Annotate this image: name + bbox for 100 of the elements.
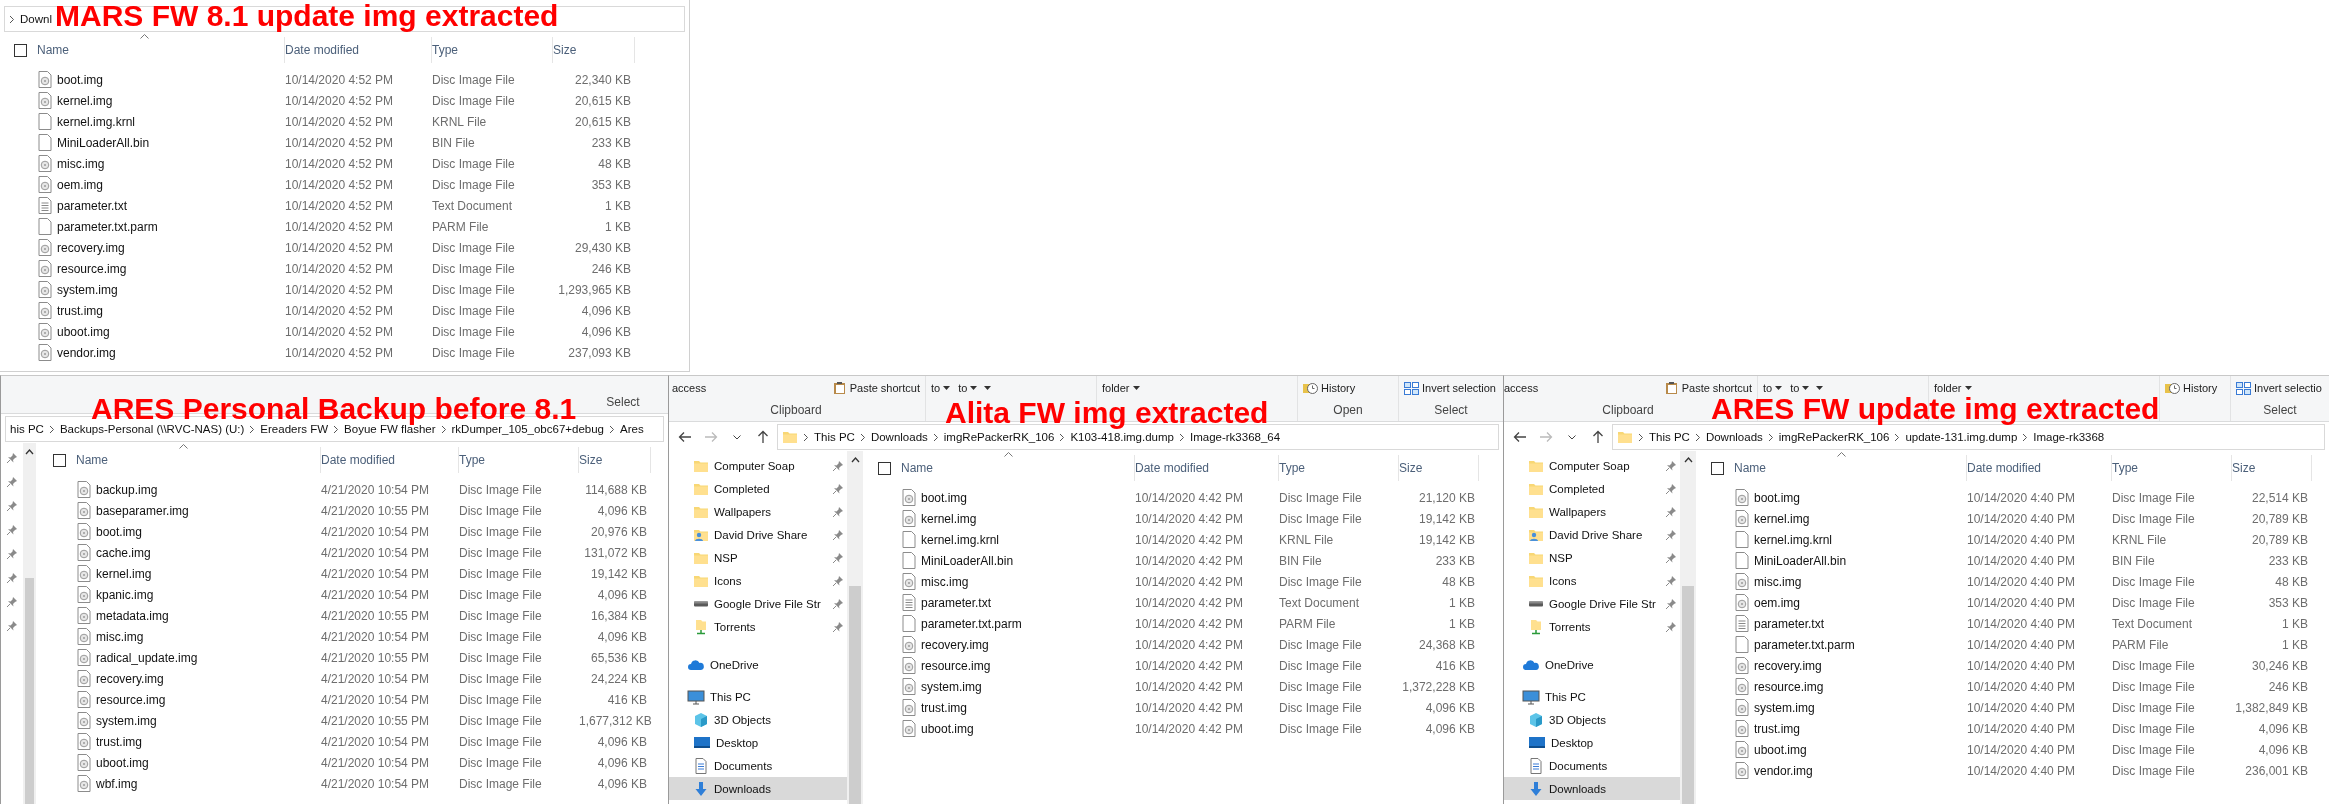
dropdown-button[interactable]: to: [957, 382, 979, 394]
nav-item[interactable]: 3D Objects: [1504, 708, 1680, 731]
pin-icon[interactable]: [1665, 620, 1677, 633]
column-header[interactable]: Type: [1279, 455, 1399, 481]
file-name[interactable]: oem.img: [57, 177, 103, 192]
column-header[interactable]: Name: [76, 447, 321, 473]
nav-item[interactable]: NSP: [1504, 546, 1680, 569]
nav-item[interactable]: David Drive Share: [1504, 523, 1680, 546]
file-name[interactable]: trust.img: [57, 303, 103, 318]
column-header[interactable]: Type: [459, 447, 579, 473]
file-name[interactable]: backup.img: [96, 482, 158, 497]
file-name[interactable]: metadata.img: [96, 608, 169, 623]
file-name[interactable]: boot.img: [921, 490, 968, 505]
pin-icon[interactable]: [832, 505, 844, 518]
file-name[interactable]: uboot.img: [57, 324, 110, 339]
ribbon-button[interactable]: access: [1504, 382, 1540, 394]
file-name[interactable]: kernel.img: [96, 566, 152, 581]
nav-item[interactable]: Downloads: [1504, 777, 1680, 800]
pin-icon[interactable]: [832, 459, 844, 472]
file-name[interactable]: vendor.img: [1754, 763, 1813, 778]
scrollbar[interactable]: [23, 443, 36, 804]
file-name[interactable]: system.img: [1754, 700, 1815, 715]
history-button[interactable]: History: [2164, 381, 2219, 395]
breadcrumb-item[interactable]: his PC: [10, 423, 44, 435]
select-all-checkbox[interactable]: [14, 43, 27, 57]
nav-item[interactable]: This PC: [669, 685, 847, 708]
pin-icon[interactable]: [832, 551, 844, 564]
file-name[interactable]: uboot.img: [96, 755, 149, 770]
column-header[interactable]: Date modified: [321, 447, 459, 473]
file-name[interactable]: parameter.txt.parm: [57, 219, 158, 234]
column-header[interactable]: Size: [553, 37, 635, 63]
file-name[interactable]: misc.img: [1754, 574, 1802, 589]
file-name[interactable]: resource.img: [921, 658, 991, 673]
ribbon-button[interactable]: access: [671, 382, 708, 394]
file-name[interactable]: kernel.img: [921, 511, 977, 526]
invert-selection-button[interactable]: Invert selectio: [2235, 381, 2323, 395]
nav-item[interactable]: Wallpapers: [1504, 500, 1680, 523]
column-header[interactable]: Date modified: [285, 37, 432, 63]
pin-icon[interactable]: [6, 524, 18, 536]
dropdown-button[interactable]: folder: [1101, 382, 1141, 394]
file-name[interactable]: recovery.img: [96, 671, 164, 686]
pin-icon[interactable]: [832, 528, 844, 541]
file-name[interactable]: misc.img: [57, 156, 105, 171]
file-name[interactable]: kernel.img.krnl: [921, 532, 1000, 547]
nav-item[interactable]: Completed: [669, 477, 847, 500]
nav-item[interactable]: Desktop: [669, 731, 847, 754]
breadcrumb-item[interactable]: rkDumper_105_obc67+debug: [451, 423, 604, 435]
breadcrumb-item[interactable]: Backups-Personal (\\RVC-NAS) (U:): [59, 423, 245, 435]
nav-item[interactable]: NSP: [669, 546, 847, 569]
pin-icon[interactable]: [1665, 505, 1677, 518]
pin-icon[interactable]: [1665, 528, 1677, 541]
file-name[interactable]: radical_update.img: [96, 650, 198, 665]
nav-item[interactable]: Icons: [669, 569, 847, 592]
dropdown-button[interactable]: folder: [1933, 382, 1973, 394]
file-name[interactable]: resource.img: [57, 261, 127, 276]
pin-icon[interactable]: [832, 482, 844, 495]
file-name[interactable]: parameter.txt: [57, 198, 128, 213]
breadcrumb-item[interactable]: Image-rk3368: [2033, 431, 2105, 443]
file-name[interactable]: trust.img: [1754, 721, 1800, 736]
file-name[interactable]: uboot.img: [1754, 742, 1807, 757]
file-name[interactable]: system.img: [96, 713, 157, 728]
breadcrumb-item[interactable]: imgRePackerRK_106: [1778, 431, 1890, 443]
pin-icon[interactable]: [6, 620, 18, 632]
paste-shortcut-button[interactable]: Paste shortcut: [1663, 381, 1753, 395]
pin-icon[interactable]: [6, 572, 18, 584]
file-name[interactable]: recovery.img: [1754, 658, 1822, 673]
nav-item[interactable]: Google Drive File Str: [1504, 592, 1680, 615]
column-header[interactable]: Name: [1734, 455, 1967, 481]
file-name[interactable]: kernel.img.krnl: [1754, 532, 1833, 547]
file-name[interactable]: parameter.txt.parm: [921, 616, 1022, 631]
nav-item[interactable]: Wallpapers: [669, 500, 847, 523]
file-name[interactable]: boot.img: [57, 72, 104, 87]
breadcrumb-item[interactable]: imgRePackerRK_106: [943, 431, 1055, 443]
file-name[interactable]: MiniLoaderAll.bin: [57, 135, 150, 150]
dropdown-button[interactable]: to: [1762, 382, 1784, 394]
pin-icon[interactable]: [6, 596, 18, 608]
file-name[interactable]: resource.img: [96, 692, 166, 707]
file-name[interactable]: kpanic.img: [96, 587, 154, 602]
breadcrumb-item[interactable]: Downloads: [870, 431, 928, 443]
nav-item[interactable]: Downloads: [669, 777, 847, 800]
file-name[interactable]: parameter.txt: [1754, 616, 1825, 631]
select-all-checkbox[interactable]: [53, 453, 66, 467]
nav-item[interactable]: Icons: [1504, 569, 1680, 592]
file-name[interactable]: trust.img: [921, 700, 967, 715]
column-header[interactable]: Type: [432, 37, 553, 63]
breadcrumb-item[interactable]: Downloads: [1705, 431, 1763, 443]
nav-item[interactable]: Google Drive File Str: [669, 592, 847, 615]
pin-icon[interactable]: [6, 548, 18, 560]
scrollbar[interactable]: [1680, 451, 1696, 804]
pin-icon[interactable]: [1665, 459, 1677, 472]
file-name[interactable]: uboot.img: [921, 721, 974, 736]
file-name[interactable]: oem.img: [1754, 595, 1800, 610]
history-button[interactable]: History: [1302, 381, 1357, 395]
scroll-thumb[interactable]: [1682, 586, 1694, 804]
pin-icon[interactable]: [1665, 597, 1677, 610]
file-name[interactable]: parameter.txt.parm: [1754, 637, 1855, 652]
pin-icon[interactable]: [832, 574, 844, 587]
breadcrumb-item[interactable]: Ereaders FW: [260, 423, 329, 435]
pin-icon[interactable]: [1665, 551, 1677, 564]
nav-item[interactable]: Torrents: [669, 615, 847, 638]
